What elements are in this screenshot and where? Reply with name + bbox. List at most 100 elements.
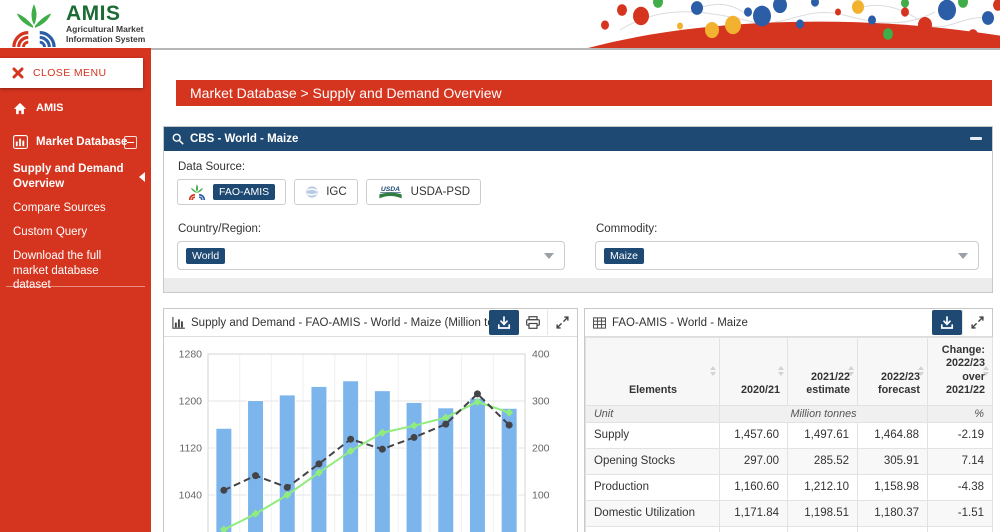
decor-blob	[633, 7, 649, 25]
sort-icon	[983, 366, 989, 376]
logo-title: AMIS	[66, 3, 145, 25]
sidebar-item-0[interactable]: Supply and Demand Overview	[13, 162, 147, 191]
banner-decoration	[540, 0, 1000, 48]
amis-app: AMIS Agricultural Market Information Sys…	[0, 0, 1000, 532]
table-panel-title: FAO-AMIS - World - Maize	[612, 317, 748, 329]
left-axis-tick: 1200	[179, 396, 203, 408]
sidebar-item-1[interactable]: Compare Sources	[13, 201, 147, 216]
chart-print-button[interactable]	[519, 310, 547, 335]
close-icon	[12, 67, 24, 79]
svg-text:USDA: USDA	[381, 186, 400, 193]
table-row-opening-stocks: Opening Stocks297.00285.52305.917.14	[586, 448, 993, 474]
decor-blob	[835, 9, 841, 16]
filter-panel-title: CBS - World - Maize	[190, 133, 298, 145]
table-panel: FAO-AMIS - World - Maize Elements2020/21…	[584, 308, 993, 532]
right-axis-tick: 200	[532, 443, 550, 455]
commodity-select[interactable]: Maize	[595, 241, 979, 270]
column-header-0[interactable]: Elements	[586, 338, 720, 406]
country-select[interactable]: World	[177, 241, 565, 270]
chart-bar	[279, 395, 295, 532]
chart-download-button[interactable]	[489, 310, 519, 335]
value-cell: -1.51	[928, 500, 993, 526]
circle-marker	[411, 434, 418, 441]
decor-blob	[938, 0, 956, 20]
value-cell: 1,160.60	[720, 474, 788, 500]
value-cell: -2.19	[928, 422, 993, 448]
data-source-label: IGC	[326, 186, 346, 198]
value-cell: 143.21	[720, 526, 788, 532]
filter-panel-footer	[164, 278, 992, 292]
igc-globe-icon	[305, 185, 319, 199]
home-icon	[13, 102, 27, 115]
sort-icon	[710, 366, 716, 376]
search-icon	[172, 133, 184, 145]
left-axis-tick: 1120	[179, 443, 202, 455]
decor-blob	[918, 17, 932, 33]
circle-marker	[442, 421, 449, 428]
data-source-usda-psd-button[interactable]: USDAUSDA-PSD	[366, 179, 481, 205]
table-download-button[interactable]	[932, 310, 962, 335]
column-header-3[interactable]: 2022/23 forecast	[858, 338, 928, 406]
unit-value: Million tonnes	[720, 405, 928, 422]
chart-bar	[216, 428, 232, 532]
table-row-domestic-utilization: Domestic Utilization1,171.841,198.511,18…	[586, 500, 993, 526]
sidebar-item-label: Compare Sources	[13, 202, 106, 214]
unit-row: UnitMillion tonnes%	[586, 405, 993, 422]
value-cell: 285.52	[788, 448, 858, 474]
sidebar-item-label: Custom Query	[13, 226, 87, 238]
circle-marker	[379, 446, 386, 453]
country-selected-badge: World	[186, 248, 225, 264]
sidebar-item-2[interactable]: Custom Query	[13, 225, 147, 240]
collapse-section-icon[interactable]	[124, 136, 137, 149]
country-label: Country/Region:	[178, 223, 565, 235]
change-unit-value: %	[928, 405, 993, 422]
value-cell: 1,212.10	[788, 474, 858, 500]
decor-blob	[901, 7, 909, 16]
active-item-arrow-icon	[139, 172, 145, 182]
element-cell: Supply	[586, 422, 720, 448]
sidebar: CLOSE MENU AMIS Market Database Supply a…	[0, 48, 151, 532]
column-header-2[interactable]: 2021/22 estimate	[788, 338, 858, 406]
circle-marker	[252, 472, 259, 479]
circle-marker	[506, 422, 513, 429]
value-cell: 145.54	[788, 526, 858, 532]
close-menu-button[interactable]: CLOSE MENU	[0, 58, 143, 88]
chevron-down-icon	[958, 253, 968, 259]
left-axis-tick: 1040	[179, 490, 203, 502]
value-cell: 1,457.60	[720, 422, 788, 448]
collapse-panel-button[interactable]	[966, 133, 984, 145]
download-icon	[497, 316, 511, 330]
value-cell: 1.03	[928, 526, 993, 532]
amis-logo-icon	[8, 3, 60, 47]
column-header-1[interactable]: 2020/21	[720, 338, 788, 406]
sidebar-item-amis[interactable]: AMIS	[0, 96, 151, 120]
data-source-label: FAO-AMIS	[213, 184, 275, 200]
sidebar-section-label: Market Database	[36, 136, 127, 148]
data-source-fao-amis-button[interactable]: FAO-AMIS	[177, 179, 286, 205]
data-source-igc-button[interactable]: IGC	[294, 179, 357, 205]
decor-blob	[705, 22, 719, 38]
decor-blob	[968, 29, 978, 41]
circle-marker	[347, 436, 354, 443]
table-expand-button[interactable]	[962, 310, 991, 335]
decor-blob	[958, 0, 968, 8]
table-row-food-use: Food Use143.21145.54147.051.03	[586, 526, 993, 532]
value-cell: 1,180.37	[858, 500, 928, 526]
left-axis-tick: 1280	[179, 349, 203, 361]
element-cell: Production	[586, 474, 720, 500]
circle-marker	[220, 487, 227, 494]
sidebar-section-market-database[interactable]: Market Database	[0, 130, 151, 154]
right-axis-tick: 100	[532, 490, 550, 502]
sidebar-submenu: Supply and Demand Overview Compare Source…	[13, 162, 147, 302]
element-cell: Opening Stocks	[586, 448, 720, 474]
amis-logo[interactable]: AMIS Agricultural Market Information Sys…	[8, 3, 145, 47]
chart-panel-header: Supply and Demand - FAO-AMIS - World - M…	[164, 309, 577, 337]
sidebar-item-amis-label: AMIS	[36, 102, 64, 114]
chart-expand-button[interactable]	[547, 310, 576, 335]
column-header-4[interactable]: Change: 2022/23 over 2021/22	[928, 338, 993, 406]
decor-blob	[982, 11, 994, 25]
value-cell: 1,171.84	[720, 500, 788, 526]
expand-icon	[971, 316, 984, 329]
chevron-down-icon	[544, 253, 554, 259]
decor-blob	[901, 0, 909, 8]
